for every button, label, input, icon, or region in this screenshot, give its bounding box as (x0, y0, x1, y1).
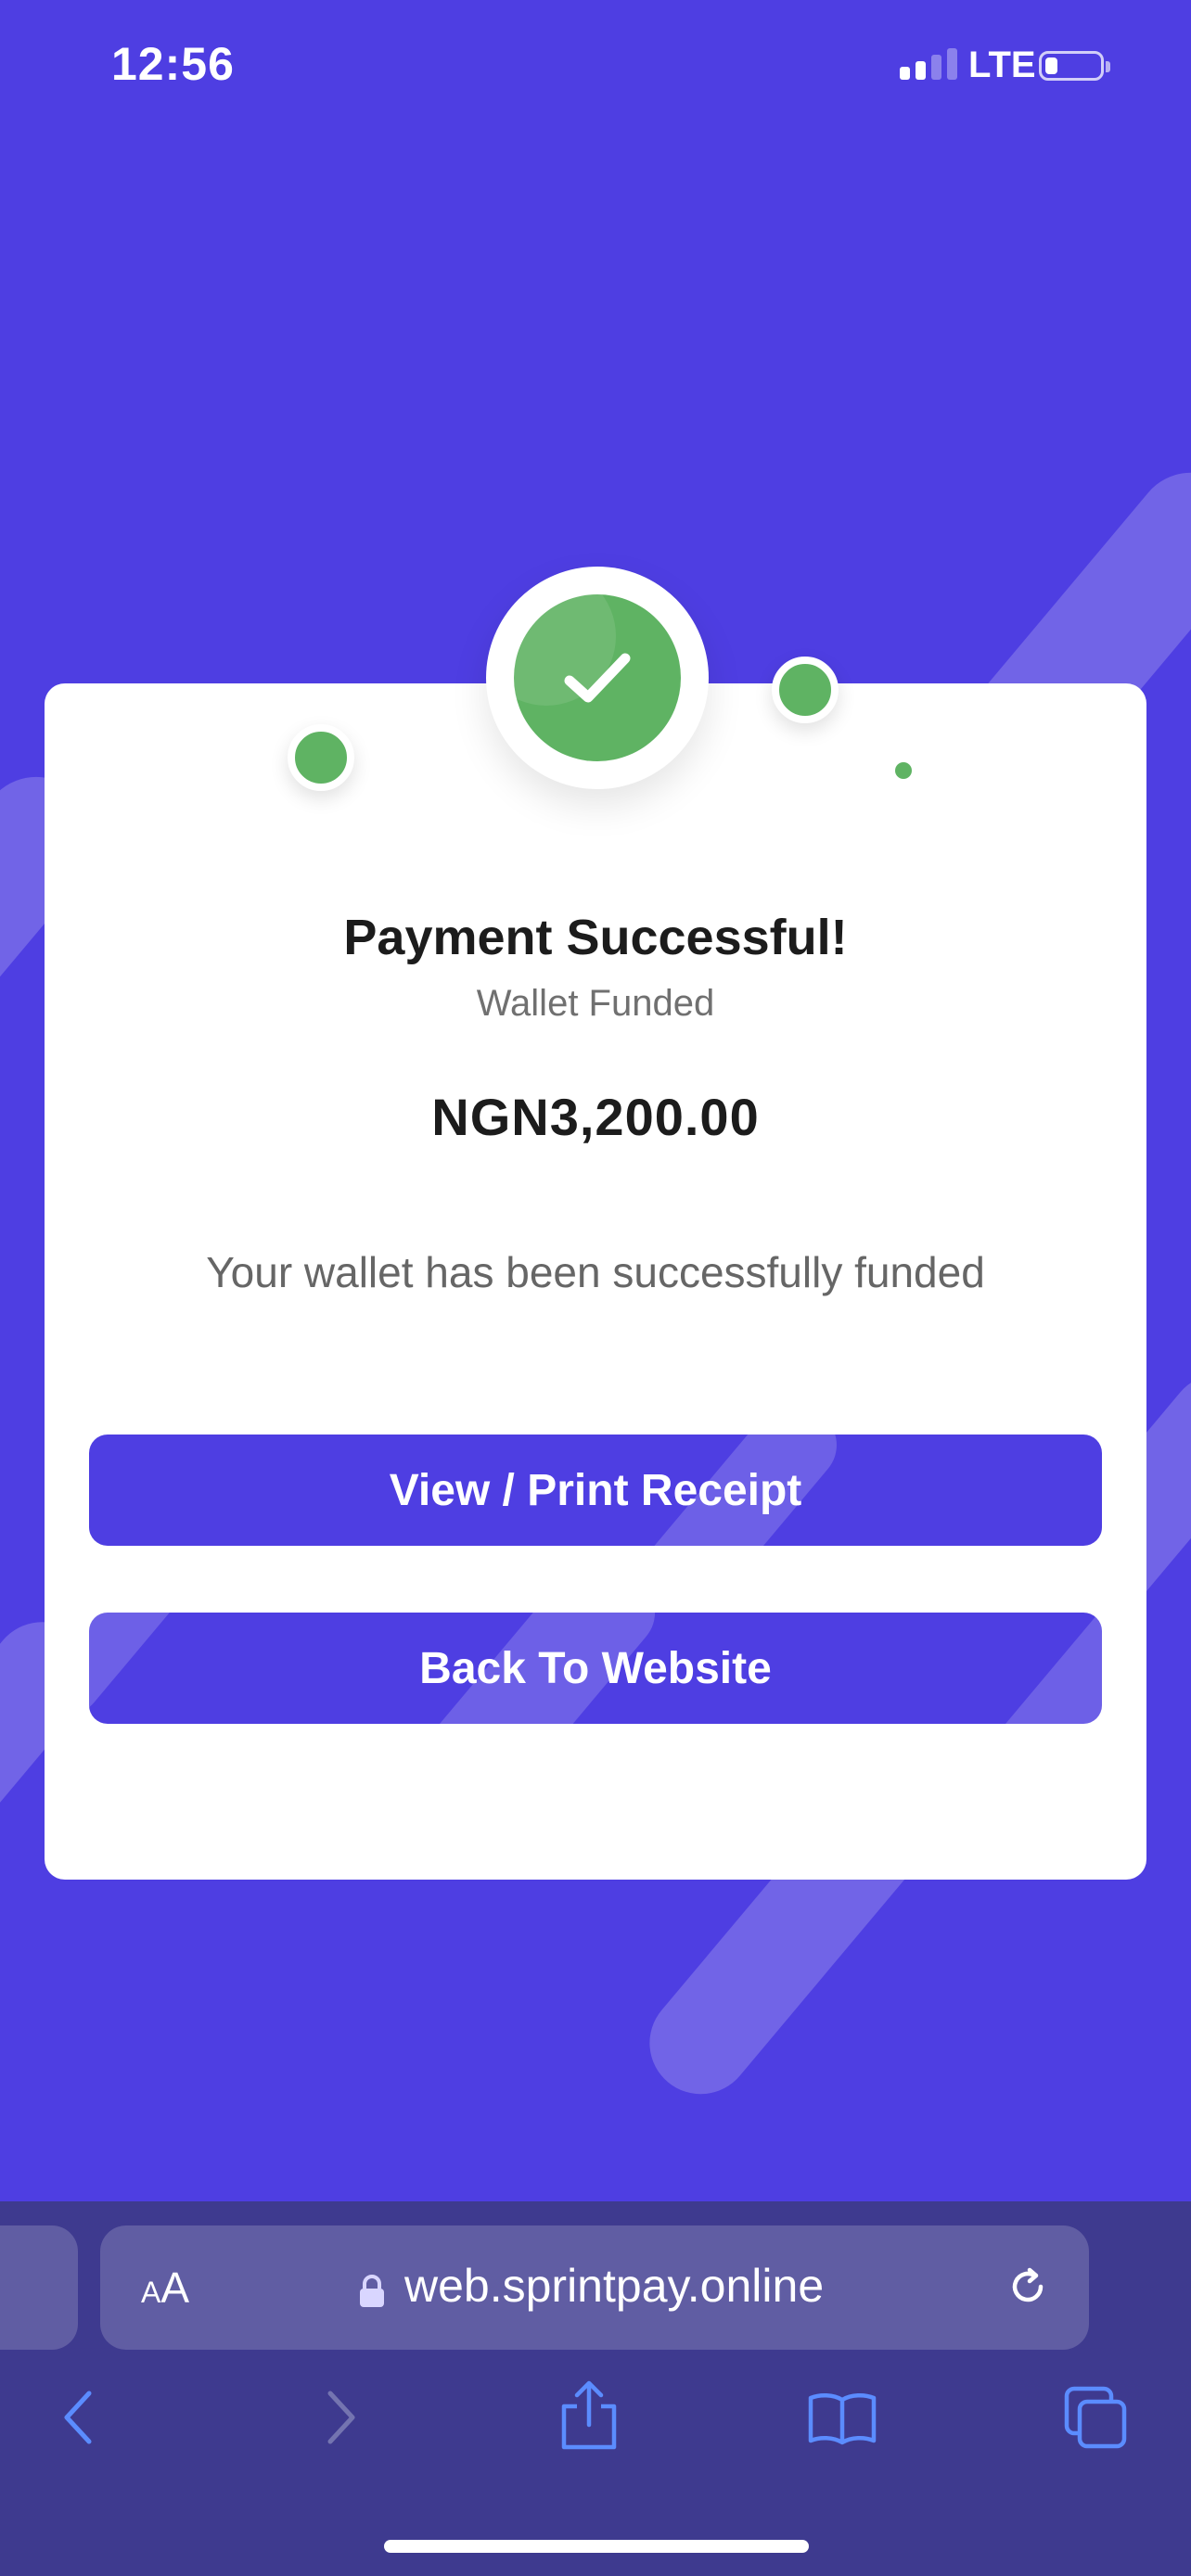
forward-icon[interactable] (319, 2388, 364, 2447)
reload-icon[interactable] (1004, 2263, 1052, 2311)
success-badge (486, 567, 709, 789)
bookmarks-icon[interactable] (807, 2391, 877, 2446)
payment-amount: NGN3,200.00 (431, 1088, 760, 1146)
decor-dot (288, 724, 354, 791)
view-receipt-button[interactable]: View / Print Receipt (89, 1435, 1102, 1546)
decor-dot (895, 762, 912, 779)
back-to-website-label: Back To Website (419, 1643, 772, 1693)
share-icon[interactable] (557, 2378, 621, 2453)
url-text[interactable]: web.sprintpay.online (404, 2259, 824, 2313)
lock-icon (360, 2275, 384, 2307)
payment-subtitle: Wallet Funded (476, 983, 715, 1024)
view-receipt-label: View / Print Receipt (389, 1465, 802, 1515)
decor-dot (772, 657, 839, 723)
network-label: LTE (968, 45, 1036, 85)
payment-message: Your wallet has been successfully funded (206, 1248, 985, 1296)
back-icon[interactable] (58, 2388, 102, 2447)
previous-tab-preview[interactable] (0, 2225, 78, 2350)
back-to-website-button[interactable]: Back To Website (89, 1613, 1102, 1724)
tabs-icon[interactable] (1063, 2385, 1130, 2452)
payment-title: Payment Successful! (343, 910, 848, 965)
battery-icon (1039, 51, 1110, 81)
home-indicator[interactable] (384, 2540, 809, 2553)
status-time: 12:56 (111, 38, 235, 90)
text-size-button[interactable]: AA (141, 2263, 189, 2313)
check-icon (564, 653, 631, 703)
signal-icon (900, 48, 957, 80)
